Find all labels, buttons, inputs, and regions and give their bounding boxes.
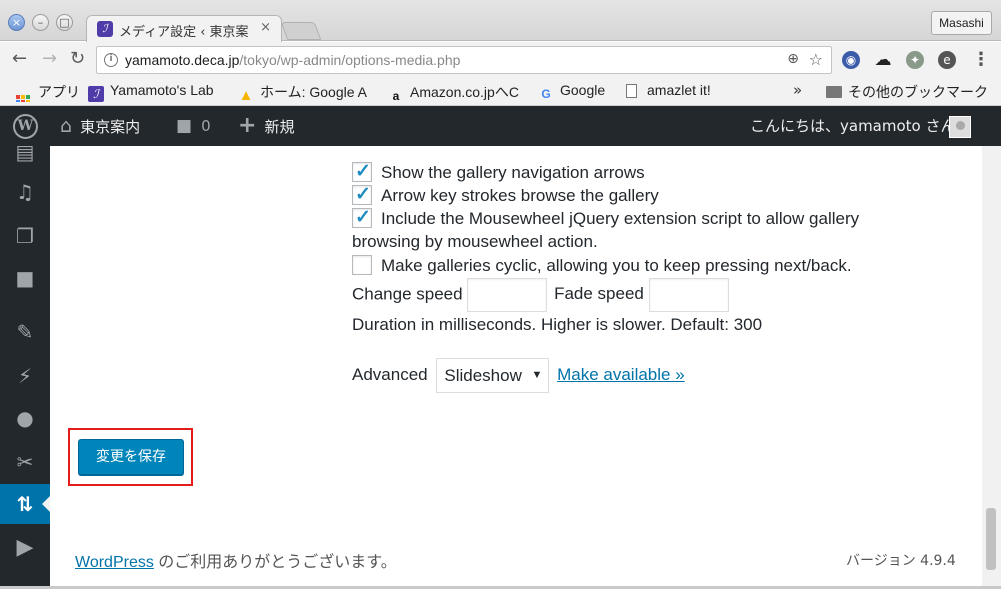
tools-menu-icon[interactable]: ✂ <box>0 442 50 482</box>
tab-title: メディア設定 ‹ 東京案 <box>119 25 249 40</box>
save-highlight-box: 変更を保存 <box>68 428 193 486</box>
settings-menu-icon[interactable]: ⇅ <box>0 484 50 524</box>
comment-bubble-icon: ■ <box>176 116 193 136</box>
url-text: yamamoto.deca.jp/tokyo/wp-admin/options-… <box>125 52 461 68</box>
fade-speed-input[interactable] <box>648 278 729 312</box>
footer-version: バージョン 4.9.4 <box>846 553 956 569</box>
option-arrow-keys[interactable]: Arrow key strokes browse the gallery <box>352 183 659 206</box>
window-maximize-button[interactable]: □ <box>56 14 73 31</box>
settings-content: Show the gallery navigation arrows Arrow… <box>50 146 982 586</box>
user-greeting[interactable]: こんにちは、yamamoto さん <box>750 106 956 146</box>
option-mousewheel[interactable]: Include the Mousewheel jQuery extension … <box>352 206 859 229</box>
advanced-row: Advanced Slideshow ▼ Make available » <box>352 358 685 393</box>
scrollbar-thumb[interactable] <box>986 508 996 570</box>
arrow-keys-checkbox[interactable] <box>352 183 372 206</box>
apps-grid-icon <box>16 95 30 102</box>
option-cyclic[interactable]: Make galleries cyclic, allowing you to k… <box>352 255 852 276</box>
wordpress-link[interactable]: WordPress <box>75 554 154 571</box>
browser-tab[interactable]: ℐ メディア設定 ‹ 東京案 × <box>86 15 282 42</box>
new-tab-button[interactable] <box>280 22 322 40</box>
bookmarks-overflow-button[interactable]: » <box>793 81 802 99</box>
site-name-link[interactable]: ⌂ 東京案内 <box>60 106 140 146</box>
extension-puzzle-icon[interactable]: ✦ <box>906 51 924 69</box>
option-mousewheel-continued: browsing by mousewheel action. <box>352 232 598 251</box>
google-drive-icon: ▲ <box>238 87 254 103</box>
profile-button[interactable]: Masashi <box>931 11 992 35</box>
home-icon: ⌂ <box>60 115 73 137</box>
plus-icon: + <box>238 113 257 138</box>
forward-arrow-icon[interactable]: → <box>42 48 57 69</box>
tab-close-icon[interactable]: × <box>260 20 271 35</box>
zoom-icon[interactable]: ⊕ <box>787 51 799 67</box>
extension-cloud-icon[interactable]: ☁ <box>874 51 892 69</box>
bookmarks-bar: アプリ ℐ Yamamoto's Lab ▲ ホーム: Google A a Amaz… <box>0 78 1001 106</box>
advanced-label: Advanced <box>352 364 428 384</box>
new-content-link[interactable]: + 新規 <box>238 106 294 146</box>
page-scrollbar[interactable] <box>982 146 1001 586</box>
footer-thanks: WordPress のご利用ありがとうございます。 <box>75 554 397 571</box>
window-minimize-button[interactable]: – <box>32 14 49 31</box>
make-available-link[interactable]: Make available » <box>557 365 685 384</box>
video-menu-icon[interactable]: ▶ <box>0 528 50 568</box>
advanced-select[interactable]: Slideshow ▼ <box>436 358 550 393</box>
fade-speed-label: Fade speed <box>554 284 644 304</box>
cyclic-checkbox[interactable] <box>352 255 372 275</box>
folder-icon <box>826 86 842 98</box>
bookmark-yamamotos-lab[interactable]: ℐ Yamamoto's Lab <box>88 82 226 102</box>
window-close-button[interactable]: × <box>8 14 25 31</box>
admin-sidebar: ▤ ♫ ❐ ■ ✎ ⚡ ● ✂ ⇅ ▶ <box>0 146 50 586</box>
extension-globe-icon[interactable]: ◉ <box>842 51 860 69</box>
wp-admin-bar: W ⌂ 東京案内 ■ 0 + 新規 こんにちは、yamamoto さん <box>0 106 1001 146</box>
dropdown-arrow-icon: ▼ <box>531 369 543 381</box>
mousewheel-checkbox[interactable] <box>352 206 372 229</box>
other-bookmarks[interactable]: その他のブックマーク <box>826 82 996 102</box>
wordpress-logo-icon[interactable]: W <box>13 114 38 139</box>
evernote-icon[interactable]: e <box>938 51 956 69</box>
appearance-menu-icon[interactable]: ✎ <box>0 312 50 352</box>
bookmark-star-icon[interactable]: ☆ <box>809 50 823 69</box>
comments-link[interactable]: ■ 0 <box>176 106 211 146</box>
comments-menu-icon[interactable]: ■ <box>0 258 50 298</box>
change-speed-input[interactable] <box>467 278 548 312</box>
change-speed-label: Change speed <box>352 284 463 304</box>
media-menu-icon[interactable]: ♫ <box>0 172 50 212</box>
amazon-icon: a <box>392 89 400 102</box>
bookmark-google-home[interactable]: ▲ ホーム: Google A <box>238 82 376 102</box>
posts-menu-icon[interactable]: ▤ <box>0 146 50 172</box>
option-navigation-arrows[interactable]: Show the gallery navigation arrows <box>352 160 645 183</box>
speed-row: Change speed Fade speed <box>352 278 729 312</box>
back-arrow-icon[interactable]: ← <box>12 48 27 69</box>
google-icon: G <box>541 87 551 101</box>
reload-icon[interactable]: ↻ <box>70 48 85 69</box>
menu-kebab-icon[interactable]: ⋮ <box>972 49 990 70</box>
browser-titlebar: × – □ ℐ メディア設定 ‹ 東京案 × Masashi <box>0 0 1001 42</box>
navigation-arrows-checkbox[interactable] <box>352 160 372 183</box>
address-bar[interactable]: i yamamoto.deca.jp/tokyo/wp-admin/option… <box>96 46 832 74</box>
site-favicon-icon: ℐ <box>97 21 113 37</box>
duration-hint: Duration in milliseconds. Higher is slow… <box>352 315 763 334</box>
pages-menu-icon[interactable]: ❐ <box>0 216 50 256</box>
bookmark-amazon[interactable]: a Amazon.co.jpへC <box>388 82 530 102</box>
bookmark-apps[interactable]: アプリ <box>16 82 82 102</box>
info-icon[interactable]: i <box>104 53 118 67</box>
bookmark-amazlet[interactable]: amazlet it! <box>624 82 724 102</box>
users-menu-icon[interactable]: ● <box>0 398 50 438</box>
lab-favicon-icon: ℐ <box>88 86 104 102</box>
avatar[interactable] <box>949 116 971 138</box>
bookmark-google[interactable]: G Google <box>538 82 616 102</box>
plugins-menu-icon[interactable]: ⚡ <box>0 356 50 396</box>
page-icon <box>626 84 637 98</box>
browser-toolbar: ← → ↻ i yamamoto.deca.jp/tokyo/wp-admin/… <box>0 42 1001 78</box>
save-changes-button[interactable]: 変更を保存 <box>78 439 184 475</box>
